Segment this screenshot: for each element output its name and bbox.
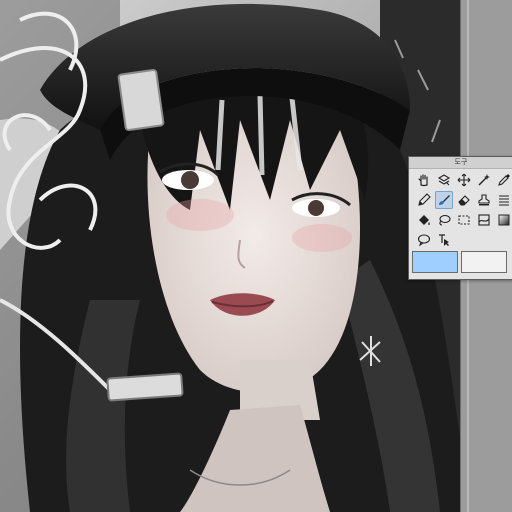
stamp-tool[interactable] xyxy=(475,191,493,209)
speech-bubble-icon xyxy=(417,234,431,247)
gradient-icon xyxy=(498,214,510,226)
hand-tool[interactable] xyxy=(415,171,433,189)
eyedropper-tool[interactable] xyxy=(495,171,512,189)
move-tool[interactable] xyxy=(455,171,473,189)
brush-icon xyxy=(439,195,450,205)
stamp-icon xyxy=(478,194,490,206)
lasso-tool[interactable] xyxy=(435,211,453,229)
eraser-tool[interactable] xyxy=(455,191,473,209)
text-select-icon xyxy=(439,234,449,246)
transform-icon xyxy=(478,214,490,226)
transform-tool[interactable] xyxy=(475,211,493,229)
pen-tool[interactable] xyxy=(415,191,433,209)
gradient-tool[interactable] xyxy=(495,211,512,229)
fill-bucket-icon xyxy=(419,215,430,225)
tools-palette-title[interactable]: 도구 xyxy=(409,157,512,169)
balloon-tool[interactable] xyxy=(415,231,433,249)
magic-wand-icon xyxy=(478,174,490,186)
hatching-icon xyxy=(499,195,509,206)
lasso-icon xyxy=(439,214,451,226)
text-select-tool[interactable] xyxy=(435,231,453,249)
rect-select-icon xyxy=(458,215,470,225)
pen-icon xyxy=(418,193,431,206)
fill-tool[interactable] xyxy=(415,211,433,229)
eyedropper-icon xyxy=(498,174,510,186)
canvas-area[interactable]: 도구 xyxy=(0,0,512,512)
secondary-color-swatch[interactable] xyxy=(461,251,507,273)
primary-color-swatch[interactable] xyxy=(412,251,458,273)
eraser-icon xyxy=(458,195,470,206)
magic-wand-tool[interactable] xyxy=(475,171,493,189)
color-swatches xyxy=(412,251,512,273)
brush-tool[interactable] xyxy=(435,191,453,209)
layer-move-icon xyxy=(437,174,451,186)
rect-select-tool[interactable] xyxy=(455,211,473,229)
hand-icon xyxy=(418,174,428,187)
tools-palette[interactable]: 도구 xyxy=(408,156,512,280)
hatching-tool[interactable] xyxy=(495,191,512,209)
layer-move-tool[interactable] xyxy=(435,171,453,189)
tool-grid xyxy=(415,171,512,251)
move-arrows-icon xyxy=(457,173,471,187)
